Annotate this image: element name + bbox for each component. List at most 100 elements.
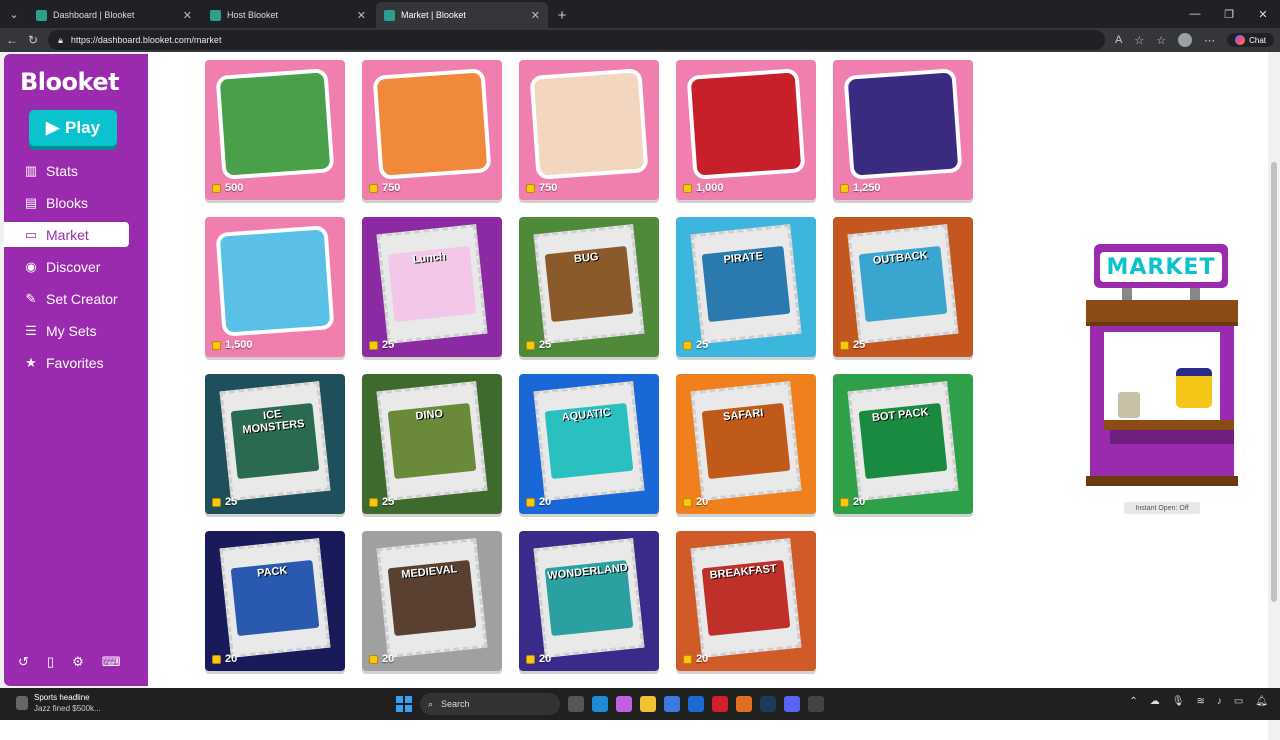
sidebar-item-blooks[interactable]: ▤ Blooks bbox=[4, 190, 129, 215]
price-tag: 20 bbox=[683, 496, 708, 508]
discord-icon[interactable] bbox=[784, 696, 800, 712]
battery-icon[interactable]: ▭ bbox=[1234, 696, 1243, 707]
play-button[interactable]: ▶ Play bbox=[29, 110, 117, 146]
edge-icon[interactable] bbox=[592, 696, 608, 712]
market-box-card[interactable]: 750 bbox=[519, 60, 659, 200]
lock-icon: 🔒︎ bbox=[58, 34, 63, 45]
document-icon[interactable]: ▯ bbox=[47, 654, 54, 670]
market-box-card[interactable]: 1,000 bbox=[676, 60, 816, 200]
copilot-app-icon[interactable] bbox=[616, 696, 632, 712]
market-pack-card[interactable]: PACK 20 bbox=[205, 531, 345, 671]
gear-icon[interactable]: ⚙ bbox=[72, 654, 84, 670]
app-icon[interactable] bbox=[736, 696, 752, 712]
new-tab-icon[interactable]: + bbox=[550, 2, 574, 28]
notification-bell-icon[interactable]: 🔔︎ bbox=[1255, 696, 1268, 707]
market-sign-text: MARKET bbox=[1100, 252, 1222, 282]
taskbar-search[interactable]: ⌕ Search bbox=[420, 693, 560, 715]
minimize-icon[interactable]: — bbox=[1178, 8, 1212, 20]
box-artwork bbox=[215, 225, 335, 337]
collections-icon[interactable]: ☆ bbox=[1156, 34, 1166, 47]
sidebar-item-market[interactable]: ▭ Market bbox=[4, 222, 129, 247]
copilot-icon bbox=[1235, 35, 1246, 45]
token-coin-icon bbox=[683, 497, 692, 507]
wifi-icon[interactable]: ≋ bbox=[1196, 696, 1204, 707]
box-artwork bbox=[686, 68, 806, 180]
chevron-up-icon[interactable]: ⌃ bbox=[1129, 696, 1137, 707]
refresh-icon[interactable]: ↻ bbox=[28, 33, 38, 47]
tab-label: Market | Blooket bbox=[401, 10, 466, 20]
pack-artwork: PACK bbox=[219, 538, 331, 658]
market-pack-card[interactable]: OUTBACK 25 bbox=[833, 217, 973, 357]
sidebar-item-stats[interactable]: ▥ Stats bbox=[4, 158, 129, 183]
opera-icon[interactable] bbox=[712, 696, 728, 712]
url-field[interactable]: 🔒︎ https://dashboard.blooket.com/market bbox=[48, 30, 1105, 50]
chat-button[interactable]: Chat bbox=[1227, 33, 1274, 47]
market-pack-card[interactable]: WONDERLAND 20 bbox=[519, 531, 659, 671]
price-tag: 500 bbox=[212, 182, 243, 194]
read-aloud-icon[interactable]: A bbox=[1115, 34, 1122, 46]
market-pack-card[interactable]: MEDIEVAL 20 bbox=[362, 531, 502, 671]
market-pack-card[interactable]: ICE MONSTERS 25 bbox=[205, 374, 345, 514]
mic-icon[interactable]: 🎙︎ bbox=[1172, 696, 1185, 707]
task-view-icon[interactable] bbox=[568, 696, 584, 712]
token-coin-icon bbox=[840, 497, 849, 507]
market-pack-card[interactable]: AQUATIC 20 bbox=[519, 374, 659, 514]
list-icon: ☰ bbox=[25, 322, 37, 338]
close-icon[interactable]: ✕ bbox=[357, 9, 366, 22]
keyboard-icon[interactable]: ⌨ bbox=[102, 654, 121, 670]
volume-icon[interactable]: ♪ bbox=[1217, 696, 1222, 707]
market-box-card[interactable]: 750 bbox=[362, 60, 502, 200]
cloud-icon[interactable]: ☁ bbox=[1150, 696, 1160, 707]
chrome-icon[interactable] bbox=[808, 696, 824, 712]
pack-artwork: SAFARI bbox=[690, 381, 802, 501]
market-pack-card[interactable]: BREAKFAST 20 bbox=[676, 531, 816, 671]
briefcase-icon: ▤ bbox=[24, 194, 38, 210]
search-placeholder: Search bbox=[441, 699, 470, 709]
close-icon[interactable]: ✕ bbox=[183, 9, 192, 22]
market-box-card[interactable]: 500 bbox=[205, 60, 345, 200]
instant-open-toggle[interactable]: Instant Open: Off bbox=[1124, 502, 1200, 514]
sidebar-item-set-creator[interactable]: ✎ Set Creator bbox=[4, 286, 129, 311]
maximize-icon[interactable]: ❐ bbox=[1212, 8, 1246, 21]
back-icon[interactable]: ← bbox=[6, 33, 18, 47]
favorite-star-icon[interactable]: ☆ bbox=[1134, 34, 1144, 47]
page-scrollbar[interactable] bbox=[1268, 104, 1280, 740]
price-value: 20 bbox=[853, 496, 866, 508]
market-pack-card[interactable]: PIRATE 25 bbox=[676, 217, 816, 357]
market-stand[interactable]: MARKET bbox=[1086, 244, 1238, 494]
tab-actions-icon[interactable]: ⌄ bbox=[0, 0, 28, 28]
close-icon[interactable]: ✕ bbox=[531, 9, 540, 22]
scrollbar-thumb[interactable] bbox=[1271, 162, 1277, 602]
blooket-logo[interactable]: Blooket bbox=[20, 68, 120, 96]
windows-start-icon[interactable] bbox=[396, 696, 412, 712]
tab-host-blooket[interactable]: Host Blooket ✕ bbox=[202, 2, 374, 28]
market-box-card[interactable]: 1,500 bbox=[205, 217, 345, 357]
news-widget[interactable]: Sports headline Jazz fined $500k... bbox=[16, 692, 101, 714]
history-icon[interactable]: ↺ bbox=[18, 654, 29, 670]
price-value: 750 bbox=[382, 182, 401, 194]
file-explorer-icon[interactable] bbox=[640, 696, 656, 712]
tab-dashboard[interactable]: Dashboard | Blooket ✕ bbox=[28, 2, 200, 28]
market-pack-card[interactable]: BOT PACK 20 bbox=[833, 374, 973, 514]
store-icon[interactable] bbox=[664, 696, 680, 712]
tab-label: Dashboard | Blooket bbox=[53, 10, 135, 20]
sidebar-item-discover[interactable]: ◉ Discover bbox=[4, 254, 129, 279]
more-icon[interactable]: ⋯ bbox=[1204, 34, 1215, 47]
steam-icon[interactable] bbox=[760, 696, 776, 712]
pack-artwork: BOT PACK bbox=[847, 381, 959, 501]
market-pack-card[interactable]: SAFARI 20 bbox=[676, 374, 816, 514]
bar-chart-icon: ▥ bbox=[24, 162, 38, 178]
sidebar-item-my-sets[interactable]: ☰ My Sets bbox=[4, 318, 129, 343]
market-pack-card[interactable]: Lunch 25 bbox=[362, 217, 502, 357]
window-close-icon[interactable]: ✕ bbox=[1246, 8, 1280, 21]
tab-market[interactable]: Market | Blooket ✕ bbox=[376, 2, 548, 28]
system-tray: ⌃ ☁ 🎙︎ ≋ ♪ ▭ 🔔︎ bbox=[1129, 696, 1268, 707]
token-coin-icon bbox=[526, 183, 535, 193]
market-pack-card[interactable]: BUG 25 bbox=[519, 217, 659, 357]
market-box-card[interactable]: 1,250 bbox=[833, 60, 973, 200]
profile-avatar[interactable] bbox=[1178, 33, 1193, 47]
sidebar-item-favorites[interactable]: ★ Favorites bbox=[4, 350, 129, 375]
outlook-icon[interactable] bbox=[688, 696, 704, 712]
price-value: 20 bbox=[696, 496, 709, 508]
market-pack-card[interactable]: DINO 25 bbox=[362, 374, 502, 514]
